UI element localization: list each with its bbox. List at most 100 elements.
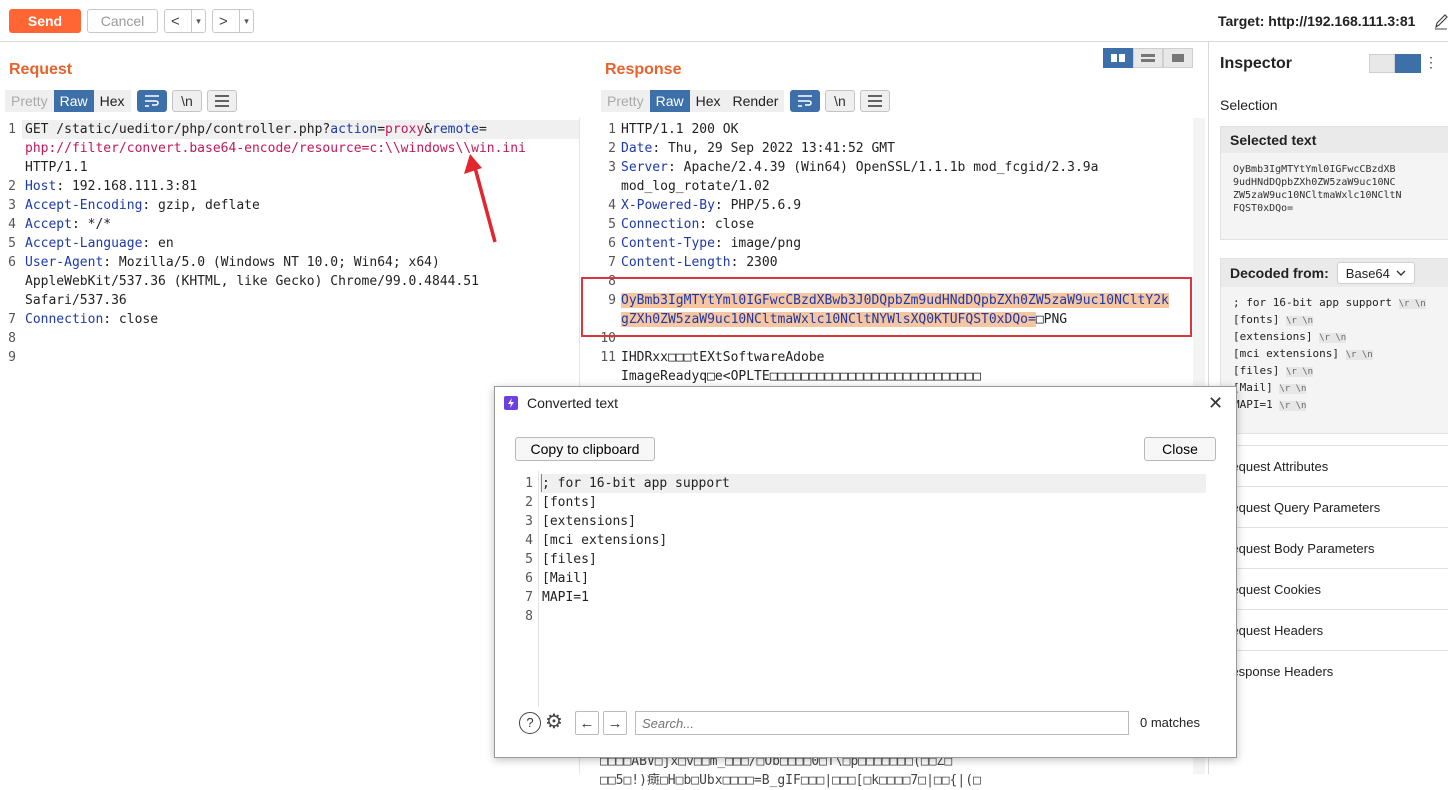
chevron-left-icon: < <box>171 12 180 30</box>
line-number: 4 <box>608 198 616 213</box>
line-number: 3 <box>608 160 616 175</box>
converted-line: MAPI=1 <box>542 590 589 605</box>
menu-icon[interactable] <box>860 90 890 112</box>
code-token: IHDRxx□□□tEXtSoftwareAdobe <box>621 350 825 365</box>
code-line: User-Agent: Mozilla/5.0 (Windows NT 10.0… <box>25 253 440 272</box>
tab-raw[interactable]: Raw <box>53 90 94 112</box>
red-highlight-box <box>581 277 1192 337</box>
decoded-line: [files] \r \n <box>1233 363 1448 380</box>
inspector-section[interactable]: Request Attributes <box>1209 445 1448 486</box>
inspector-title: Inspector <box>1220 55 1293 72</box>
decode-format-value: Base64 <box>1345 265 1390 281</box>
code-token: = <box>478 122 487 137</box>
code-token: action <box>330 122 378 137</box>
previous-match-button[interactable]: ← <box>575 711 599 735</box>
line-number: 2 <box>608 141 616 156</box>
inspector-section[interactable]: Request Cookies <box>1209 568 1448 609</box>
code-token: : 2300 <box>730 255 778 270</box>
code-token: HTTP/1.1 <box>25 160 88 175</box>
code-line: Connection: close <box>25 310 158 329</box>
code-line: Accept-Encoding: gzip, deflate <box>25 196 260 215</box>
split-vertical-icon[interactable] <box>1133 48 1163 68</box>
line-number: 3 <box>8 198 16 213</box>
code-line: Server: Apache/2.4.39 (Win64) OpenSSL/1.… <box>621 158 1098 177</box>
decoded-line-text: [mci extensions] <box>1233 347 1339 360</box>
decode-format-select[interactable]: Base64 <box>1336 262 1415 284</box>
crlf-marker: \r \n <box>1285 316 1314 326</box>
line-number: 2 <box>525 495 533 510</box>
response-title: Response <box>605 61 682 78</box>
gear-icon[interactable]: ⚙ <box>545 711 569 735</box>
line-number: 4 <box>525 533 533 548</box>
forward-button[interactable]: > ▾ <box>212 9 254 33</box>
code-token: Content-Type <box>621 236 715 251</box>
decoded-line-text: [Mail] <box>1233 381 1273 394</box>
selection-label: Selection <box>1220 97 1278 113</box>
tab-hex[interactable]: Hex <box>93 90 131 112</box>
code-line: HTTP/1.1 <box>25 158 88 177</box>
inspector-section[interactable]: Request Headers <box>1209 609 1448 650</box>
settings-icon[interactable]: ⋮ <box>1421 54 1441 73</box>
line-number: 6 <box>608 236 616 251</box>
decoded-line: [mci extensions] \r \n <box>1233 346 1448 363</box>
text-cursor <box>541 474 542 492</box>
tab-raw[interactable]: Raw <box>649 90 690 112</box>
selected-text-value[interactable]: OyBmb3IgMTYtYml0IGFwcCBzdXB 9udHNdDQpbZX… <box>1221 153 1448 215</box>
close-button[interactable]: Close <box>1144 437 1216 461</box>
search-input[interactable] <box>635 711 1129 735</box>
code-token: Host <box>25 179 57 194</box>
forward-dropdown-icon[interactable]: ▾ <box>239 10 253 32</box>
pencil-icon[interactable] <box>1434 12 1448 30</box>
show-newlines-button[interactable]: \n <box>172 90 202 112</box>
code-token: : Mozilla/5.0 (Windows NT 10.0; Win64; x… <box>103 255 440 270</box>
decoded-line: [fonts] \r \n <box>1233 312 1448 329</box>
back-button[interactable]: < ▾ <box>164 9 206 33</box>
inspector-section[interactable]: Request Query Parameters <box>1209 486 1448 527</box>
help-icon[interactable]: ? <box>519 712 541 734</box>
code-token: & <box>424 122 433 137</box>
dialog-title: Converted text <box>527 395 619 411</box>
cancel-button[interactable]: Cancel <box>87 9 158 33</box>
close-icon[interactable]: ✕ <box>1208 393 1224 413</box>
request-view-tabs: Pretty Raw Hex <box>5 90 131 112</box>
code-line: php://filter/convert.base64-encode/resou… <box>25 139 526 158</box>
converted-line: [extensions] <box>542 514 636 529</box>
inspector-section[interactable]: Response Headers <box>1209 650 1448 691</box>
code-token: Accept-Encoding <box>25 198 143 213</box>
converted-text-dialog: Converted text ✕ Copy to clipboard Close… <box>494 386 1237 758</box>
code-line: mod_log_rotate/1.02 <box>621 177 770 196</box>
line-number: 3 <box>525 514 533 529</box>
crlf-marker: \r \n <box>1279 384 1307 394</box>
crlf-marker: \r \n <box>1319 333 1347 343</box>
converted-text-editor[interactable]: 1 ; for 16-bit app support 2 [fonts] 3 [exten… <box>515 471 1217 707</box>
tab-pretty[interactable]: Pretty <box>5 90 54 112</box>
split-horizontal-icon[interactable] <box>1103 48 1133 68</box>
wrap-lines-icon[interactable] <box>790 90 820 112</box>
code-line: Content-Type: image/png <box>621 234 801 253</box>
back-dropdown-icon[interactable]: ▾ <box>191 10 205 32</box>
code-line: ImageReadyq□e<OPLTE□□□□□□□□□□□□□□□□□□□□□… <box>621 367 981 386</box>
tab-pretty[interactable]: Pretty <box>601 90 650 112</box>
line-number: 8 <box>525 609 533 624</box>
inspector-section[interactable]: Request Body Parameters <box>1209 527 1448 568</box>
crlf-marker: \r \n <box>1398 299 1426 309</box>
match-count: 0 matches <box>1140 715 1200 730</box>
copy-to-clipboard-button[interactable]: Copy to clipboard <box>515 437 655 461</box>
converted-line: [files] <box>542 552 597 567</box>
code-token: AppleWebKit/537.36 (KHTML, like Gecko) C… <box>25 274 479 289</box>
inspector-layout-side-icon[interactable] <box>1395 54 1421 73</box>
menu-icon[interactable] <box>207 90 237 112</box>
tab-hex[interactable]: Hex <box>689 90 727 112</box>
code-line: Accept: */* <box>25 215 111 234</box>
send-button[interactable]: Send <box>9 9 81 33</box>
single-pane-icon[interactable] <box>1163 48 1193 68</box>
show-newlines-button[interactable]: \n <box>825 90 855 112</box>
crlf-marker: \r \n <box>1285 367 1314 377</box>
tab-render[interactable]: Render <box>726 90 785 112</box>
next-match-button[interactable]: → <box>603 711 627 735</box>
inspector-layout-list-icon[interactable] <box>1369 54 1395 73</box>
decoded-text[interactable]: ; for 16-bit app support \r \n [fonts] \r… <box>1221 287 1448 414</box>
code-token: : close <box>103 312 159 327</box>
wrap-lines-icon[interactable] <box>137 90 167 112</box>
search-bar: ? ⚙ ← → 0 matches <box>515 709 1217 737</box>
